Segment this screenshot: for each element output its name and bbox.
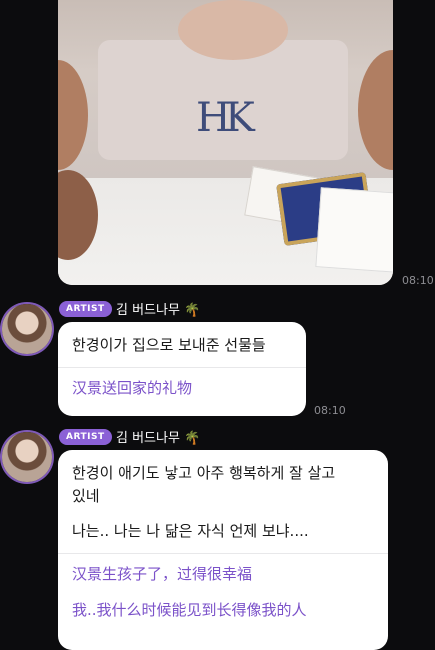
korean-text: 한경이 애기도 낳고 아주 행복하게 잘 살고 있네 나는.. 나는 나 닮은 … [58, 450, 388, 543]
chinese-translation: 汉景送回家的礼物 [58, 368, 306, 410]
artist-badge: ARTIST [59, 429, 112, 445]
chinese-line: 汉景生孩子了，过得很幸福 [72, 565, 253, 583]
sender-name-text: 김 버드나무 [116, 431, 180, 446]
chinese-line: 汉景送回家的礼物 [72, 379, 193, 397]
monogram-logo: HK [196, 95, 255, 141]
palm-tree-icon: 🌴 [184, 303, 201, 318]
korean-line: 있네 [72, 487, 100, 505]
photo-time: 08:10 [402, 274, 434, 287]
message-time: 08:10 [314, 404, 346, 417]
message-bubble[interactable]: 한경이 애기도 낳고 아주 행복하게 잘 살고 있네 나는.. 나는 나 닮은 … [58, 450, 388, 650]
korean-line: 한경이가 집으로 보내준 선물들 [72, 336, 266, 354]
chinese-translation: 汉景生孩子了，过得很幸福 我..我什么时候能见到长得像我的人 [58, 554, 388, 632]
palm-tree-icon: 🌴 [184, 431, 201, 446]
korean-line: 나는.. 나는 나 닮은 자식 언제 보냐.... [72, 522, 309, 540]
artist-badge: ARTIST [59, 301, 112, 317]
card-shape [315, 187, 393, 273]
avatar[interactable] [2, 432, 52, 482]
photo-message[interactable]: HK [58, 0, 393, 285]
sender-name: 김 버드나무 🌴 [116, 299, 200, 318]
sender-name-text: 김 버드나무 [116, 303, 180, 318]
sender-name: 김 버드나무 🌴 [116, 427, 200, 446]
chinese-line: 我..我什么时候能见到长得像我的人 [72, 601, 307, 619]
hand-shape-top [178, 0, 288, 60]
korean-text: 한경이가 집으로 보내준 선물들 [58, 322, 306, 357]
korean-line: 한경이 애기도 낳고 아주 행복하게 잘 살고 [72, 464, 336, 482]
message-bubble[interactable]: 한경이가 집으로 보내준 선물들 汉景送回家的礼物 [58, 322, 306, 416]
avatar[interactable] [2, 304, 52, 354]
